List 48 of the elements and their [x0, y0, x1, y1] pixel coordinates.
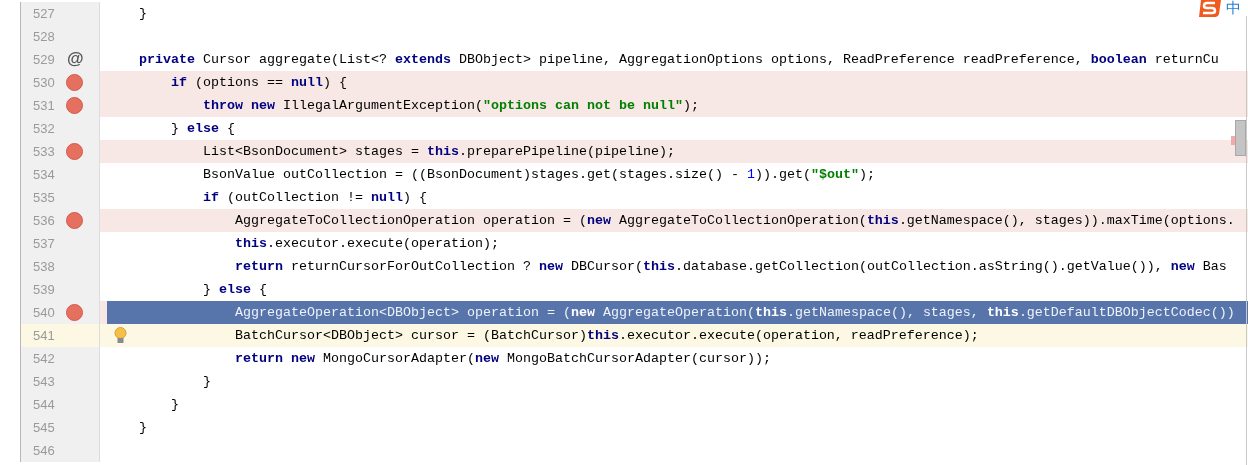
breakpoint-icon[interactable]	[66, 212, 83, 229]
line-number: 530	[33, 74, 55, 91]
override-marker[interactable]: @	[67, 49, 84, 69]
line-number: 529	[33, 51, 55, 68]
line-number: 535	[33, 189, 55, 206]
code-line: } else {	[171, 120, 235, 137]
code-line: return returnCursorForOutCollection ? new DBCursor(this.database.getCollection(outCollection.asString().getValue()), new Bas	[235, 258, 1227, 275]
code-line: AggregateToCollectionOperation operation = (new AggregateToCollectionOperation(this.getNamespace(), stages)).maxTime(options.	[235, 212, 1235, 229]
line-number: 544	[33, 396, 55, 413]
line-number: 537	[33, 235, 55, 252]
line-number: 536	[33, 212, 55, 229]
line-number: 540	[33, 304, 55, 321]
line-number: 545	[33, 419, 55, 436]
line-number: 538	[33, 258, 55, 275]
line-number: 527	[33, 5, 55, 22]
line-number: 533	[33, 143, 55, 160]
breakpoint-icon[interactable]	[66, 143, 83, 160]
code-line: } else {	[203, 281, 267, 298]
scrollbar-thumb[interactable]	[1235, 120, 1246, 156]
line-number: 543	[33, 373, 55, 390]
ime-logo-icon[interactable]	[1198, 0, 1222, 17]
ime-mode-label[interactable]: 中	[1226, 0, 1241, 17]
code-line: if (options == null) {	[171, 74, 347, 91]
code-line: BsonValue outCollection = ((BsonDocument)stages.get(stages.size() - 1)).get("$out");	[203, 166, 875, 183]
breakpoint-icon[interactable]	[66, 74, 83, 91]
code-line: throw new IllegalArgumentException("options can not be null");	[203, 97, 699, 114]
code-line: }	[203, 373, 211, 390]
code-line: this.executor.execute(operation);	[235, 235, 499, 252]
code-line: }	[171, 396, 179, 413]
line-number: 546	[33, 442, 55, 459]
code-line: BatchCursor<DBObject> cursor = (BatchCursor)this.executor.execute(operation, readPreference);	[235, 327, 979, 344]
line-number: 532	[33, 120, 55, 137]
code-line: if (outCollection != null) {	[203, 189, 427, 206]
code-line: return new MongoCursorAdapter(new MongoBatchCursorAdapter(cursor));	[235, 350, 771, 367]
code-line: }	[139, 5, 147, 22]
code-line: List<BsonDocument> stages = this.preparePipeline(pipeline);	[203, 143, 675, 160]
breakpoint-icon[interactable]	[66, 97, 83, 114]
line-number: 542	[33, 350, 55, 367]
code-line: AggregateOperation<DBObject> operation = (new AggregateOperation(this.getNamespace(), stages, this.getDefaultDBObjectCodec())	[235, 304, 1235, 321]
line-number: 531	[33, 97, 55, 114]
line-number: 541	[33, 327, 55, 344]
lightbulb-icon[interactable]	[114, 327, 127, 344]
line-number: 534	[33, 166, 55, 183]
line-number: 539	[33, 281, 55, 298]
line-number: 528	[33, 28, 55, 45]
code-line: private Cursor aggregate(List<? extends DBObject> pipeline, AggregationOptions options, ReadPreference readPreference, boolean returnCu	[139, 51, 1219, 68]
code-line: }	[139, 419, 147, 436]
breakpoint-icon[interactable]	[66, 304, 83, 321]
